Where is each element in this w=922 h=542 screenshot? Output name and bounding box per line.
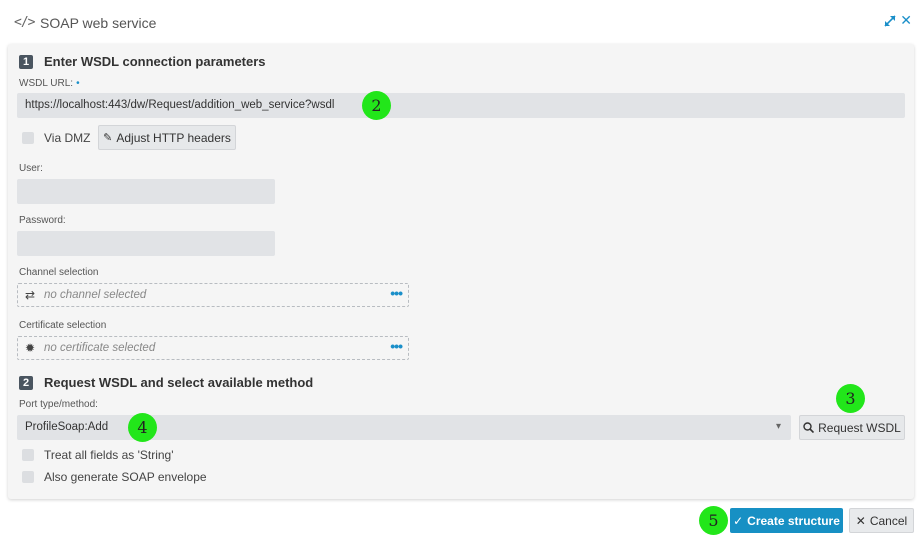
window-controls: ✕ [884, 14, 912, 28]
annotation-marker-4: 4 [128, 413, 157, 442]
swap-arrows-icon: ⇄ [25, 288, 36, 302]
user-input[interactable] [17, 179, 275, 204]
request-wsdl-label: Request WSDL [818, 420, 901, 435]
section-2-header: 2 Request WSDL and select available meth… [19, 375, 313, 390]
create-structure-label: Create structure [747, 513, 840, 528]
soap-envelope-label: Also generate SOAP envelope [44, 470, 207, 484]
code-icon: </> [14, 15, 36, 30]
window-title: SOAP web service [40, 15, 157, 31]
adjust-http-headers-label: Adjust HTTP headers [116, 130, 231, 145]
expand-icon[interactable] [884, 15, 896, 27]
title-bar: </> SOAP web service ✕ [0, 0, 922, 44]
certificate-more-button[interactable]: ••• [390, 338, 403, 354]
wsdl-url-value: https://localhost:443/dw/Request/additio… [25, 99, 335, 111]
via-dmz-label: Via DMZ [44, 131, 91, 145]
section-number: 1 [19, 54, 33, 69]
certificate-icon: ✹ [25, 341, 36, 355]
adjust-http-headers-button[interactable]: ✎ Adjust HTTP headers [98, 125, 236, 150]
treat-string-label: Treat all fields as 'String' [44, 448, 174, 462]
section-title: Enter WSDL connection parameters [44, 54, 266, 69]
certificate-selection-field[interactable]: ✹ no certificate selected ••• [17, 336, 409, 360]
wsdl-url-label-text: WSDL URL: [19, 78, 74, 89]
port-type-label: Port type/method: [19, 399, 98, 410]
section-number: 2 [19, 375, 33, 390]
wsdl-url-label: WSDL URL: • [19, 78, 80, 89]
port-type-value: ProfileSoap:Add [25, 421, 109, 433]
create-structure-button[interactable]: ✓ Create structure [730, 508, 843, 533]
channel-selection-field[interactable]: ⇄ no channel selected ••• [17, 283, 409, 307]
certificate-selection-label: Certificate selection [19, 320, 107, 331]
section-title: Request WSDL and select available method [44, 375, 314, 390]
channel-placeholder: no channel selected [44, 289, 147, 301]
required-mark: • [76, 78, 80, 89]
annotation-marker-5: 5 [699, 506, 728, 535]
cancel-button[interactable]: ✕ Cancel [849, 508, 914, 533]
channel-more-button[interactable]: ••• [390, 285, 403, 301]
annotation-marker-2: 2 [362, 91, 391, 120]
treat-string-checkbox[interactable] [22, 449, 34, 461]
treat-string-row[interactable]: Treat all fields as 'String' [22, 448, 174, 462]
password-input[interactable] [17, 231, 275, 256]
certificate-placeholder: no certificate selected [44, 342, 156, 354]
via-dmz-row[interactable]: Via DMZ [22, 131, 90, 145]
password-label: Password: [19, 215, 66, 226]
wsdl-url-input[interactable]: https://localhost:443/dw/Request/additio… [17, 93, 905, 118]
close-icon[interactable]: ✕ [900, 14, 912, 28]
user-label: User: [19, 163, 43, 174]
channel-selection-label: Channel selection [19, 267, 99, 278]
request-wsdl-button[interactable]: Request WSDL [799, 415, 905, 440]
cancel-label: Cancel [869, 513, 908, 528]
soap-envelope-checkbox[interactable] [22, 471, 34, 483]
pencil-icon: ✎ [103, 131, 113, 144]
annotation-marker-3: 3 [836, 384, 865, 413]
search-icon [803, 422, 815, 433]
chevron-down-icon: ▾ [775, 421, 781, 432]
section-1-header: 1 Enter WSDL connection parameters [19, 54, 266, 69]
check-icon: ✓ [733, 513, 744, 528]
x-icon: ✕ [855, 513, 866, 528]
soap-envelope-row[interactable]: Also generate SOAP envelope [22, 470, 207, 484]
via-dmz-checkbox[interactable] [22, 132, 34, 144]
